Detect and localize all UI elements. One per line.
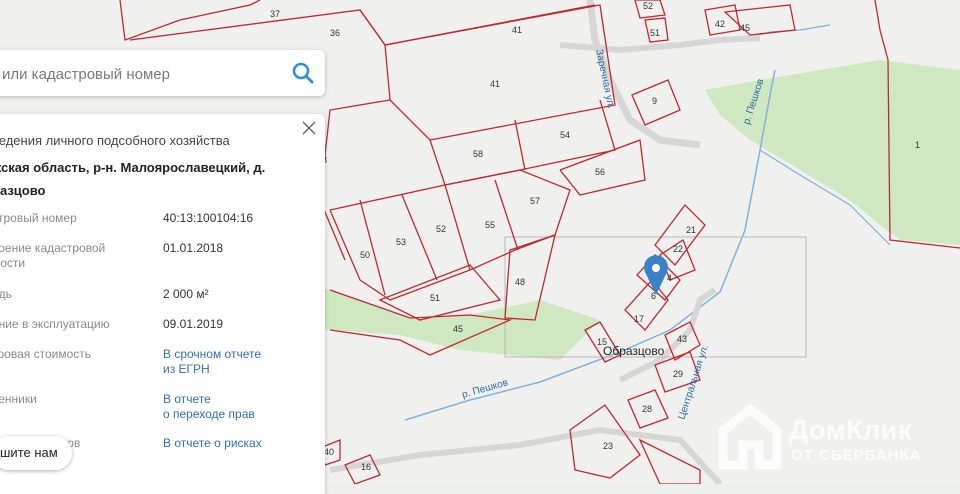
parcel-label: 45 bbox=[740, 23, 750, 33]
parcel-label: 40 bbox=[324, 447, 334, 457]
parcel-label: 57 bbox=[530, 196, 540, 206]
parcel-label: 4 bbox=[667, 273, 672, 283]
domclick-logo: ДомКлик ОТ СБЕРБАНКА bbox=[705, 385, 955, 484]
address-line: жская область, р-н. Малоярославецкий, д. bbox=[0, 160, 266, 175]
parcel-label: 43 bbox=[677, 334, 687, 344]
location-pin-dot bbox=[652, 264, 660, 272]
search-icon[interactable] bbox=[291, 61, 315, 85]
house-logo-icon bbox=[718, 403, 782, 470]
parcel-label: 29 bbox=[673, 369, 683, 379]
parcel-label: 23 bbox=[603, 441, 613, 451]
parcel-label: 9 bbox=[652, 96, 657, 106]
search-bar bbox=[0, 50, 325, 98]
link-line[interactable]: о переходе прав bbox=[163, 407, 303, 422]
parcel-label: 51 bbox=[430, 293, 440, 303]
parcel-label: 6 bbox=[651, 291, 656, 301]
parcel-label: 16 bbox=[361, 462, 371, 472]
parcel-label: 17 bbox=[634, 314, 644, 324]
row-label: ение в эксплуатацию bbox=[0, 317, 110, 331]
parcel-label: 1 bbox=[915, 140, 920, 150]
logo-name: ДомКлик bbox=[789, 415, 912, 445]
parcel-label: 45 bbox=[453, 324, 463, 334]
row-label-line: воение кадастровой bbox=[0, 241, 106, 255]
parcel-label: 41 bbox=[490, 79, 500, 89]
logo-subtitle: ОТ СБЕРБАНКА bbox=[791, 447, 922, 464]
parcel-label: 37 bbox=[270, 9, 280, 19]
parcel-label: 55 bbox=[485, 220, 495, 230]
risks-link[interactable]: В отчете о рисках bbox=[163, 436, 303, 451]
parcel-purpose: ведения личного подсобного хозяйства bbox=[0, 133, 230, 148]
commissioning-date-value: 09.01.2019 bbox=[163, 317, 224, 331]
search-input[interactable] bbox=[0, 50, 274, 98]
parcel-label: 50 bbox=[360, 250, 370, 260]
parcel-label: 56 bbox=[595, 167, 605, 177]
cadastral-number-value: 40:13:100104:16 bbox=[163, 211, 254, 225]
area-value: 2 000 м² bbox=[163, 287, 209, 301]
link-line[interactable]: из ЕГРН bbox=[163, 362, 303, 377]
link-line[interactable]: В срочном отчете bbox=[163, 347, 303, 362]
address-line: разцово bbox=[0, 183, 46, 198]
parcel-label: 22 bbox=[673, 244, 683, 254]
row-label: воение кадастровой мости bbox=[0, 241, 142, 271]
link-line[interactable]: В отчете bbox=[163, 392, 303, 407]
parcel-label: 54 bbox=[560, 130, 570, 140]
row-label: адь bbox=[0, 287, 12, 301]
parcel-label: 28 bbox=[642, 404, 652, 414]
parcel-label: 52 bbox=[436, 224, 446, 234]
parcel-label: 52 bbox=[643, 1, 653, 11]
valuation-date-value: 01.01.2018 bbox=[163, 241, 224, 255]
parcel-label: 42 bbox=[715, 19, 725, 29]
row-label: тровая стоимость bbox=[0, 347, 91, 361]
parcel-label: 41 bbox=[512, 25, 522, 35]
parcel-label: 21 bbox=[686, 225, 696, 235]
row-label: стровый номер bbox=[0, 211, 77, 225]
parcel-label: 48 bbox=[515, 277, 525, 287]
feedback-button[interactable]: шите нам bbox=[0, 436, 72, 470]
cadastral-cost-link[interactable]: В срочном отчете из ЕГРН bbox=[163, 347, 303, 377]
parcel-label: 53 bbox=[396, 237, 406, 247]
parcel-label: 51 bbox=[650, 28, 660, 38]
village-label: Образцово bbox=[603, 344, 665, 358]
parcel-address: жская область, р-н. Малоярославецкий, д.… bbox=[0, 156, 292, 202]
row-label-line: мости bbox=[0, 256, 26, 270]
owners-link[interactable]: В отчете о переходе прав bbox=[163, 392, 303, 422]
close-icon[interactable] bbox=[301, 120, 317, 136]
parcel-label: 36 bbox=[330, 28, 340, 38]
parcel-label: 58 bbox=[473, 149, 483, 159]
row-label: венники bbox=[0, 392, 37, 406]
